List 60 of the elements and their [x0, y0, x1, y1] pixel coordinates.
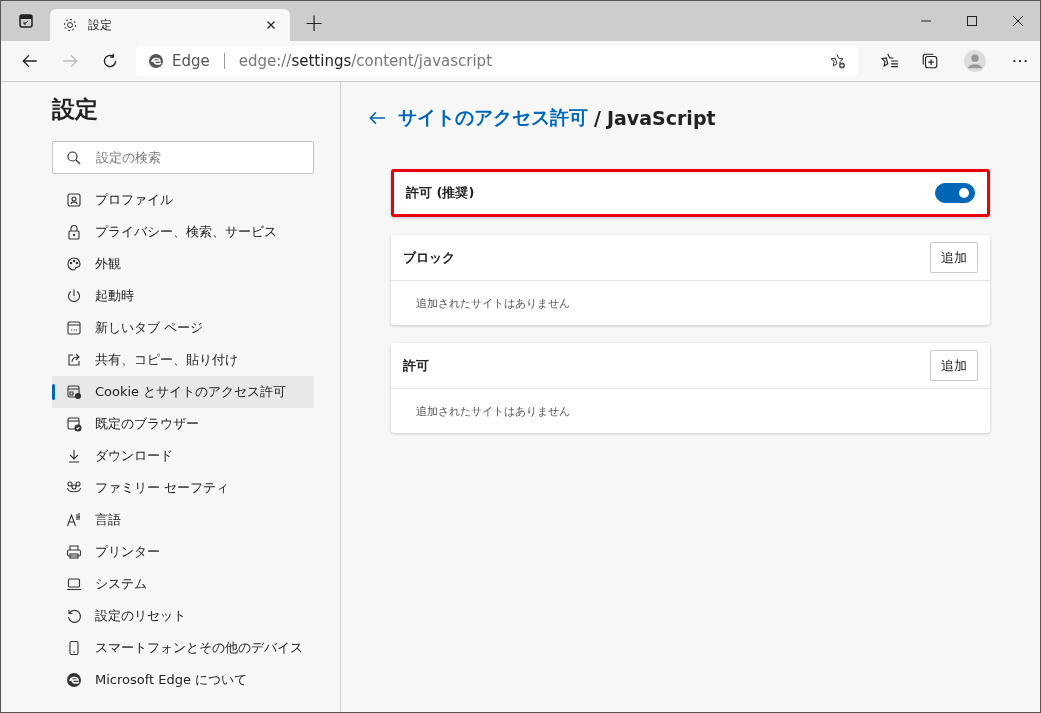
sidebar-item[interactable]: 新しいタブ ページ: [52, 312, 314, 344]
sidebar-item[interactable]: 設定のリセット: [52, 600, 314, 632]
sidebar-item[interactable]: Cookie とサイトのアクセス許可: [52, 376, 314, 408]
add-button[interactable]: 追加: [930, 242, 978, 273]
sidebar-item[interactable]: 起動時: [52, 280, 314, 312]
avatar-icon[interactable]: [964, 50, 986, 72]
page-title: JavaScript: [606, 107, 716, 129]
url-text: edge://settings/content/javascript: [238, 52, 492, 70]
laptop-icon: [66, 576, 82, 592]
gear-icon: [62, 17, 78, 33]
breadcrumb-link[interactable]: サイトのアクセス許可: [398, 105, 588, 131]
search-icon: [66, 150, 82, 166]
add-button[interactable]: 追加: [930, 350, 978, 381]
power-icon: [66, 288, 82, 304]
sidebar-item[interactable]: プライバシー、検索、サービス: [52, 216, 314, 248]
sidebar-item[interactable]: スマートフォンとその他のデバイス: [52, 632, 314, 664]
new-tab-button[interactable]: +: [298, 9, 331, 37]
cookie-icon: [66, 384, 82, 400]
sidebar-item[interactable]: 共有、コピー、貼り付け: [52, 344, 314, 376]
empty-message: 追加されたサイトはありません: [416, 295, 570, 311]
share-icon: [66, 352, 82, 368]
sidebar-item[interactable]: 既定のブラウザー: [52, 408, 314, 440]
sidebar-item[interactable]: 言語: [52, 504, 314, 536]
list-title: ブロック: [403, 248, 455, 267]
site-label: Edge: [172, 52, 210, 70]
tab-actions-icon[interactable]: [18, 13, 34, 29]
phone-icon: [66, 640, 82, 656]
back-arrow-icon[interactable]: [21, 52, 39, 70]
sidebar-item[interactable]: プリンター: [52, 536, 314, 568]
browser-icon: [66, 416, 82, 432]
browser-tab[interactable]: 設定: [50, 9, 290, 41]
profile-icon: [66, 192, 82, 208]
edge-icon: [66, 672, 82, 688]
sidebar-item[interactable]: ファミリー セーフティ: [52, 472, 314, 504]
sidebar-item[interactable]: 外観: [52, 248, 314, 280]
reset-icon: [66, 608, 82, 624]
sidebar-item[interactable]: システム: [52, 568, 314, 600]
language-icon: [66, 512, 82, 528]
breadcrumb-separator: /: [594, 107, 601, 129]
download-icon: [66, 448, 82, 464]
collections-icon[interactable]: [921, 52, 939, 70]
toggle-switch[interactable]: [935, 183, 975, 203]
printer-icon: [66, 544, 82, 560]
setting-label: 許可 (推奨): [406, 184, 475, 202]
sidebar-item[interactable]: プロファイル: [52, 184, 314, 216]
palette-icon: [66, 256, 82, 272]
close-icon[interactable]: [1010, 13, 1026, 29]
list-title: 許可: [403, 356, 429, 375]
tab-title: 設定: [88, 16, 113, 34]
lock-icon: [66, 224, 82, 240]
search-field[interactable]: 設定の検索: [52, 141, 314, 174]
sidebar-item[interactable]: ダウンロード: [52, 440, 314, 472]
address-bar[interactable]: Edge edge://settings/content/javascript: [136, 46, 858, 76]
newtab-icon: [66, 320, 82, 336]
sidebar-title: 設定: [52, 95, 99, 124]
edge-logo-icon: [148, 53, 164, 69]
empty-message: 追加されたサイトはありません: [416, 403, 570, 419]
maximize-icon[interactable]: [964, 13, 980, 29]
refresh-icon[interactable]: [101, 52, 119, 70]
sidebar-item[interactable]: Microsoft Edge について: [52, 664, 314, 696]
